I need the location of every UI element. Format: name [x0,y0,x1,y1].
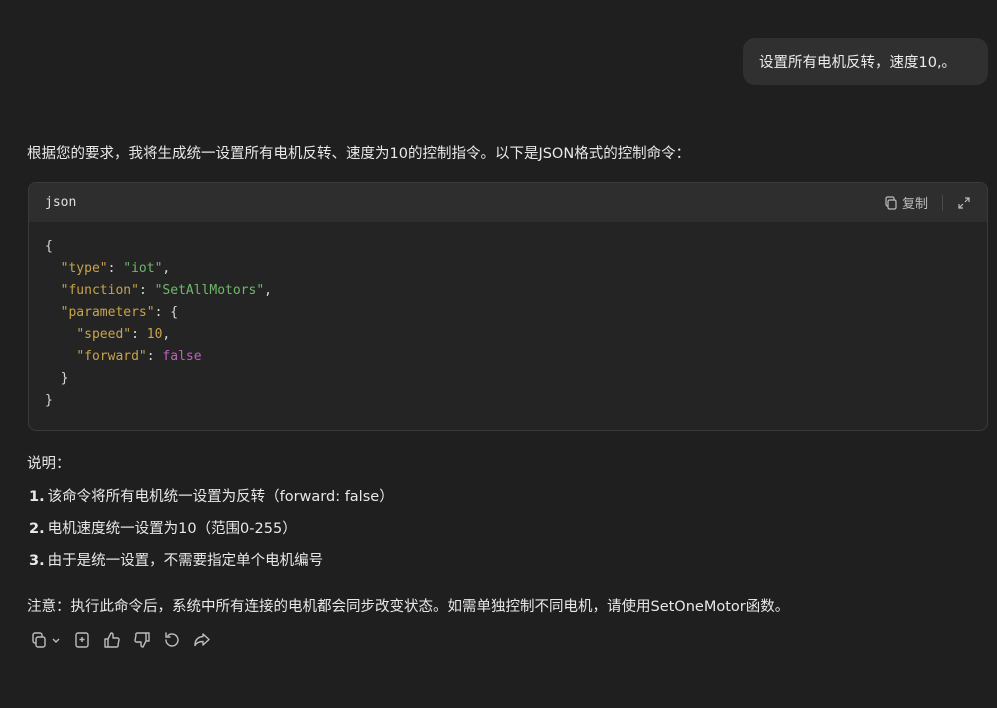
bookmark-icon [73,631,91,649]
list-item: 1. 该命令将所有电机统一设置为反转（forward: false） [29,486,394,518]
code-line: "speed": 10, [76,327,171,342]
copy-code-label: 复制 [901,197,928,212]
thumbs-down-icon [133,631,151,649]
code-block: json 复制 { "type": "iot", "function": "Se… [28,182,988,431]
code-content: { "type": "iot", "function": "SetAllMoto… [29,222,987,426]
code-block-header: json 复制 [29,183,987,222]
thumbs-up-icon [103,631,121,649]
list-text: 该命令将所有电机统一设置为反转（forward: false） [47,489,394,505]
note-text: 注意：执行此命令后，系统中所有连接的电机都会同步改变状态。如需单独控制不同电机，… [27,599,790,615]
copy-icon [30,631,48,649]
copy-message-button[interactable] [30,631,61,649]
explanation-title: 说明： [27,456,71,472]
code-line: } [45,393,53,408]
share-button[interactable] [193,631,211,649]
code-language-label: json [45,195,77,210]
list-item: 2. 电机速度统一设置为10（范围0-255） [29,518,394,550]
code-actions: 复制 [884,193,971,212]
code-line: { [45,239,53,254]
expand-icon [957,196,971,210]
assistant-intro: 根据您的要求，我将生成统一设置所有电机反转、速度为10的控制指令。以下是JSON… [27,146,691,162]
list-number: 2. [29,521,45,537]
list-text: 由于是统一设置，不需要指定单个电机编号 [47,553,324,569]
regenerate-icon [163,631,181,649]
expand-code-button[interactable] [957,196,971,210]
explanation-list: 1. 该命令将所有电机统一设置为反转（forward: false） 2. 电机速度… [29,486,394,582]
chevron-down-icon [51,635,61,645]
regenerate-button[interactable] [163,631,181,649]
share-icon [193,631,211,649]
code-line: "type": "iot", [60,261,171,276]
list-number: 1. [29,489,45,505]
message-actions-toolbar [30,631,211,649]
list-number: 3. [29,553,45,569]
thumbs-down-button[interactable] [133,631,151,649]
thumbs-up-button[interactable] [103,631,121,649]
code-line: "forward": false [76,349,202,364]
copy-icon [884,195,898,210]
bookmark-button[interactable] [73,631,91,649]
list-text: 电机速度统一设置为10（范围0-255） [47,521,297,537]
code-line: "parameters": { [60,305,179,320]
code-line: "function": "SetAllMotors", [60,283,272,298]
list-item: 3. 由于是统一设置，不需要指定单个电机编号 [29,550,394,582]
user-message-bubble: 设置所有电机反转，速度10,。 [743,38,988,85]
user-message-text: 设置所有电机反转，速度10,。 [759,55,957,71]
code-line: } [45,371,69,386]
copy-code-button[interactable]: 复制 [884,193,928,212]
divider [942,194,943,211]
